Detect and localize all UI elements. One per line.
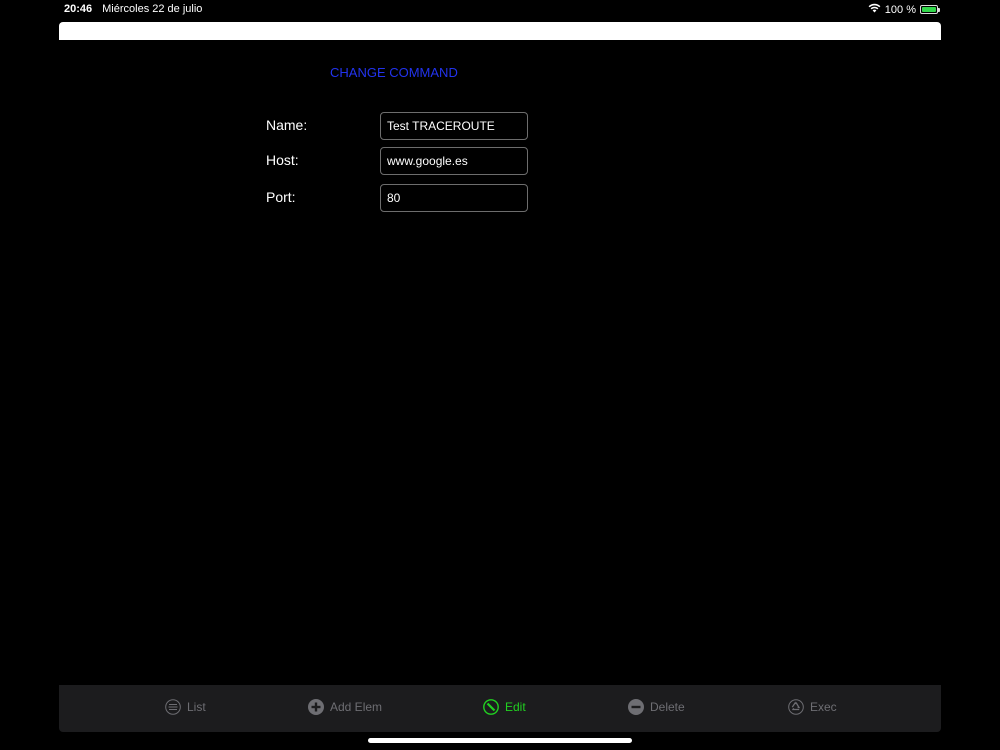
status-right: 100 %	[868, 3, 940, 16]
recycle-icon	[788, 699, 804, 715]
delete-button[interactable]: Delete	[628, 699, 685, 715]
port-label: Port:	[266, 189, 296, 205]
battery-icon	[920, 5, 940, 14]
edit-label: Edit	[505, 700, 526, 714]
exec-label: Exec	[810, 700, 837, 714]
list-label: List	[187, 700, 206, 714]
name-input[interactable]	[380, 112, 528, 140]
bottom-toolbar: List Add Elem Edit Delete Exec	[59, 685, 941, 732]
page-title: CHANGE COMMAND	[330, 65, 458, 80]
exec-button[interactable]: Exec	[788, 699, 837, 715]
delete-label: Delete	[650, 700, 685, 714]
name-label: Name:	[266, 117, 308, 133]
navigation-bar	[59, 22, 941, 40]
port-row: Port:	[266, 184, 536, 212]
add-elem-label: Add Elem	[330, 700, 383, 714]
minus-circle-icon	[628, 699, 644, 715]
port-input[interactable]	[380, 184, 528, 212]
edit-button[interactable]: Edit	[483, 699, 526, 715]
status-time: 20:46	[64, 3, 93, 15]
battery-percent: 100 %	[884, 3, 916, 16]
host-input[interactable]	[380, 147, 528, 175]
status-left: 20:46 Miércoles 22 de julio	[64, 3, 202, 15]
status-bar: 20:46 Miércoles 22 de julio 100 %	[0, 0, 1000, 20]
host-label: Host:	[266, 152, 299, 168]
list-button[interactable]: List	[165, 699, 206, 715]
app-screen: 20:46 Miércoles 22 de julio 100 % CHANGE…	[0, 0, 1000, 750]
wifi-icon	[868, 3, 881, 16]
edit-icon	[483, 699, 499, 715]
plus-circle-icon	[308, 699, 324, 715]
name-row: Name:	[266, 112, 536, 140]
status-date: Miércoles 22 de julio	[102, 3, 203, 15]
home-indicator[interactable]	[368, 738, 632, 743]
list-icon	[165, 699, 181, 715]
add-elem-button[interactable]: Add Elem	[308, 699, 382, 715]
host-row: Host:	[266, 147, 536, 175]
